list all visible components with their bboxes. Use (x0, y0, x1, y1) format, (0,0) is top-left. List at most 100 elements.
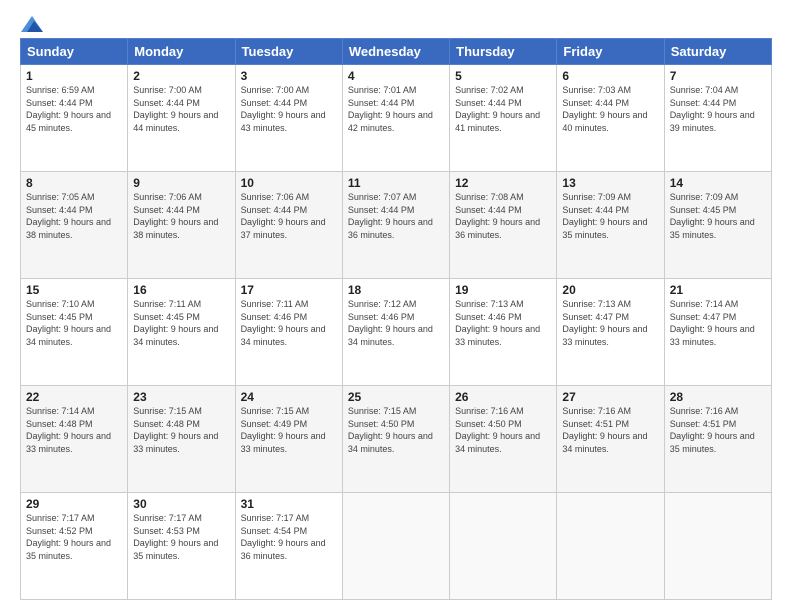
calendar-cell: 31 Sunrise: 7:17 AM Sunset: 4:54 PM Dayl… (235, 493, 342, 600)
calendar-cell: 30 Sunrise: 7:17 AM Sunset: 4:53 PM Dayl… (128, 493, 235, 600)
calendar-cell: 11 Sunrise: 7:07 AM Sunset: 4:44 PM Dayl… (342, 172, 449, 279)
day-info: Sunrise: 7:11 AM Sunset: 4:45 PM Dayligh… (133, 298, 229, 348)
day-number: 22 (26, 390, 122, 404)
header (20, 16, 772, 28)
calendar-cell: 17 Sunrise: 7:11 AM Sunset: 4:46 PM Dayl… (235, 279, 342, 386)
day-number: 17 (241, 283, 337, 297)
calendar-week: 22 Sunrise: 7:14 AM Sunset: 4:48 PM Dayl… (21, 386, 772, 493)
header-day: Tuesday (235, 39, 342, 65)
day-info: Sunrise: 7:12 AM Sunset: 4:46 PM Dayligh… (348, 298, 444, 348)
calendar-cell: 10 Sunrise: 7:06 AM Sunset: 4:44 PM Dayl… (235, 172, 342, 279)
day-number: 9 (133, 176, 229, 190)
day-info: Sunrise: 7:15 AM Sunset: 4:50 PM Dayligh… (348, 405, 444, 455)
day-number: 4 (348, 69, 444, 83)
day-number: 10 (241, 176, 337, 190)
calendar-cell: 28 Sunrise: 7:16 AM Sunset: 4:51 PM Dayl… (664, 386, 771, 493)
day-info: Sunrise: 7:02 AM Sunset: 4:44 PM Dayligh… (455, 84, 551, 134)
calendar-cell: 20 Sunrise: 7:13 AM Sunset: 4:47 PM Dayl… (557, 279, 664, 386)
day-number: 14 (670, 176, 766, 190)
day-number: 15 (26, 283, 122, 297)
calendar-cell: 25 Sunrise: 7:15 AM Sunset: 4:50 PM Dayl… (342, 386, 449, 493)
logo (20, 16, 44, 28)
calendar-table: SundayMondayTuesdayWednesdayThursdayFrid… (20, 38, 772, 600)
calendar-body: 1 Sunrise: 6:59 AM Sunset: 4:44 PM Dayli… (21, 65, 772, 600)
day-number: 16 (133, 283, 229, 297)
day-number: 19 (455, 283, 551, 297)
calendar-cell: 14 Sunrise: 7:09 AM Sunset: 4:45 PM Dayl… (664, 172, 771, 279)
day-number: 18 (348, 283, 444, 297)
calendar-cell (664, 493, 771, 600)
day-info: Sunrise: 7:17 AM Sunset: 4:52 PM Dayligh… (26, 512, 122, 562)
day-info: Sunrise: 7:16 AM Sunset: 4:50 PM Dayligh… (455, 405, 551, 455)
day-number: 11 (348, 176, 444, 190)
day-number: 8 (26, 176, 122, 190)
day-info: Sunrise: 7:10 AM Sunset: 4:45 PM Dayligh… (26, 298, 122, 348)
day-number: 3 (241, 69, 337, 83)
day-info: Sunrise: 7:01 AM Sunset: 4:44 PM Dayligh… (348, 84, 444, 134)
calendar-cell: 9 Sunrise: 7:06 AM Sunset: 4:44 PM Dayli… (128, 172, 235, 279)
calendar-cell (557, 493, 664, 600)
day-info: Sunrise: 7:06 AM Sunset: 4:44 PM Dayligh… (241, 191, 337, 241)
day-info: Sunrise: 7:14 AM Sunset: 4:48 PM Dayligh… (26, 405, 122, 455)
calendar-cell: 3 Sunrise: 7:00 AM Sunset: 4:44 PM Dayli… (235, 65, 342, 172)
day-info: Sunrise: 7:03 AM Sunset: 4:44 PM Dayligh… (562, 84, 658, 134)
day-info: Sunrise: 7:00 AM Sunset: 4:44 PM Dayligh… (241, 84, 337, 134)
day-info: Sunrise: 7:17 AM Sunset: 4:54 PM Dayligh… (241, 512, 337, 562)
day-info: Sunrise: 7:09 AM Sunset: 4:44 PM Dayligh… (562, 191, 658, 241)
day-number: 30 (133, 497, 229, 511)
calendar-cell: 2 Sunrise: 7:00 AM Sunset: 4:44 PM Dayli… (128, 65, 235, 172)
day-number: 23 (133, 390, 229, 404)
header-day: Wednesday (342, 39, 449, 65)
day-info: Sunrise: 7:04 AM Sunset: 4:44 PM Dayligh… (670, 84, 766, 134)
calendar-cell: 13 Sunrise: 7:09 AM Sunset: 4:44 PM Dayl… (557, 172, 664, 279)
calendar-cell: 5 Sunrise: 7:02 AM Sunset: 4:44 PM Dayli… (450, 65, 557, 172)
calendar-cell: 6 Sunrise: 7:03 AM Sunset: 4:44 PM Dayli… (557, 65, 664, 172)
header-day: Sunday (21, 39, 128, 65)
day-info: Sunrise: 7:13 AM Sunset: 4:47 PM Dayligh… (562, 298, 658, 348)
header-day: Thursday (450, 39, 557, 65)
calendar-week: 29 Sunrise: 7:17 AM Sunset: 4:52 PM Dayl… (21, 493, 772, 600)
day-number: 1 (26, 69, 122, 83)
day-info: Sunrise: 7:15 AM Sunset: 4:48 PM Dayligh… (133, 405, 229, 455)
day-number: 31 (241, 497, 337, 511)
day-number: 26 (455, 390, 551, 404)
calendar-week: 15 Sunrise: 7:10 AM Sunset: 4:45 PM Dayl… (21, 279, 772, 386)
header-row: SundayMondayTuesdayWednesdayThursdayFrid… (21, 39, 772, 65)
day-number: 7 (670, 69, 766, 83)
day-number: 5 (455, 69, 551, 83)
calendar-cell: 4 Sunrise: 7:01 AM Sunset: 4:44 PM Dayli… (342, 65, 449, 172)
calendar-cell: 23 Sunrise: 7:15 AM Sunset: 4:48 PM Dayl… (128, 386, 235, 493)
day-info: Sunrise: 7:11 AM Sunset: 4:46 PM Dayligh… (241, 298, 337, 348)
day-number: 27 (562, 390, 658, 404)
calendar-cell: 26 Sunrise: 7:16 AM Sunset: 4:50 PM Dayl… (450, 386, 557, 493)
day-number: 25 (348, 390, 444, 404)
day-number: 13 (562, 176, 658, 190)
day-info: Sunrise: 7:00 AM Sunset: 4:44 PM Dayligh… (133, 84, 229, 134)
day-info: Sunrise: 6:59 AM Sunset: 4:44 PM Dayligh… (26, 84, 122, 134)
day-info: Sunrise: 7:17 AM Sunset: 4:53 PM Dayligh… (133, 512, 229, 562)
day-info: Sunrise: 7:09 AM Sunset: 4:45 PM Dayligh… (670, 191, 766, 241)
day-info: Sunrise: 7:16 AM Sunset: 4:51 PM Dayligh… (562, 405, 658, 455)
day-number: 28 (670, 390, 766, 404)
header-day: Friday (557, 39, 664, 65)
calendar-cell: 1 Sunrise: 6:59 AM Sunset: 4:44 PM Dayli… (21, 65, 128, 172)
day-info: Sunrise: 7:14 AM Sunset: 4:47 PM Dayligh… (670, 298, 766, 348)
calendar-week: 8 Sunrise: 7:05 AM Sunset: 4:44 PM Dayli… (21, 172, 772, 279)
calendar-cell: 19 Sunrise: 7:13 AM Sunset: 4:46 PM Dayl… (450, 279, 557, 386)
day-number: 12 (455, 176, 551, 190)
page: SundayMondayTuesdayWednesdayThursdayFrid… (0, 0, 792, 612)
day-number: 21 (670, 283, 766, 297)
header-day: Saturday (664, 39, 771, 65)
calendar-cell (450, 493, 557, 600)
calendar-cell: 15 Sunrise: 7:10 AM Sunset: 4:45 PM Dayl… (21, 279, 128, 386)
calendar-cell: 8 Sunrise: 7:05 AM Sunset: 4:44 PM Dayli… (21, 172, 128, 279)
calendar-week: 1 Sunrise: 6:59 AM Sunset: 4:44 PM Dayli… (21, 65, 772, 172)
day-info: Sunrise: 7:16 AM Sunset: 4:51 PM Dayligh… (670, 405, 766, 455)
header-day: Monday (128, 39, 235, 65)
day-number: 24 (241, 390, 337, 404)
calendar-cell: 7 Sunrise: 7:04 AM Sunset: 4:44 PM Dayli… (664, 65, 771, 172)
calendar-cell: 16 Sunrise: 7:11 AM Sunset: 4:45 PM Dayl… (128, 279, 235, 386)
calendar-header: SundayMondayTuesdayWednesdayThursdayFrid… (21, 39, 772, 65)
day-info: Sunrise: 7:07 AM Sunset: 4:44 PM Dayligh… (348, 191, 444, 241)
calendar-cell (342, 493, 449, 600)
